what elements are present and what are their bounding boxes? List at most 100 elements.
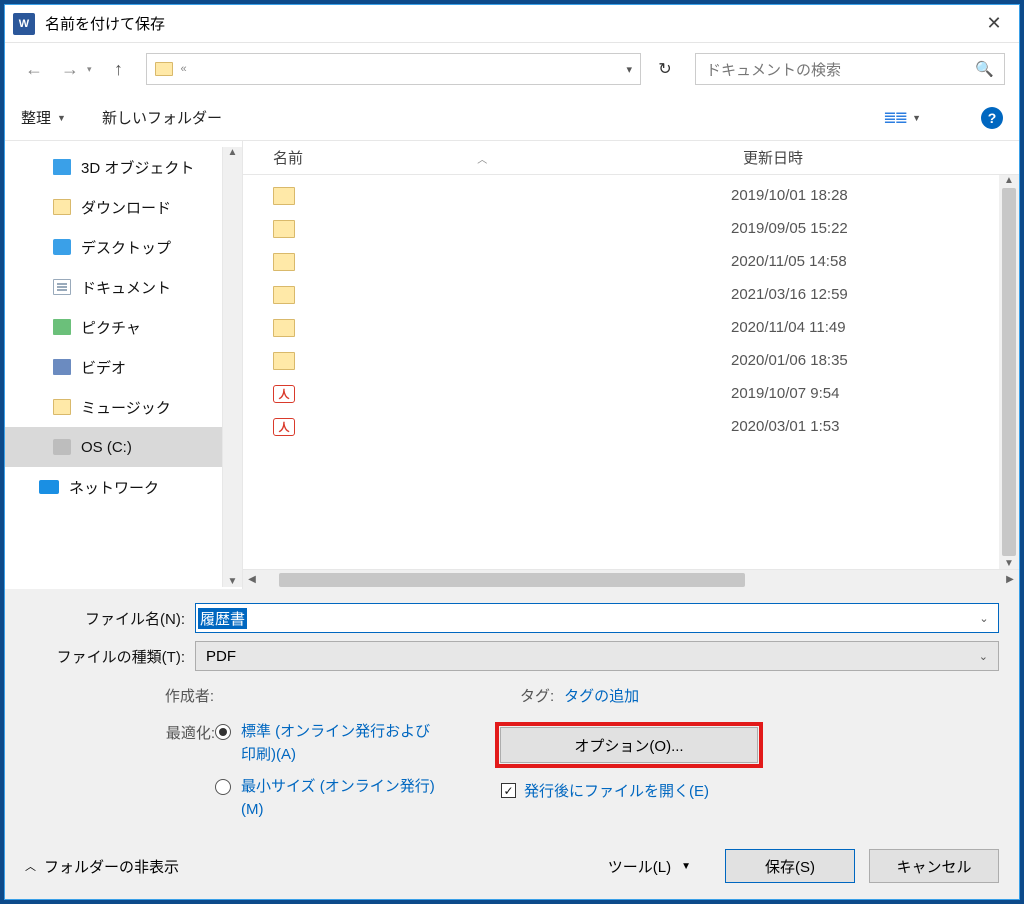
word-app-icon: W xyxy=(13,13,35,35)
search-input[interactable]: ドキュメントの検索 🔍 xyxy=(695,53,1005,85)
save-as-dialog: W 名前を付けて保存 ✕ ← → ▾ ↑ « ▾ ↻ ドキュメントの検索 🔍 整… xyxy=(4,4,1020,900)
dialog-footer: ︿ フォルダーの非表示 ツール(L) ▼ 保存(S) キャンセル xyxy=(5,839,1019,899)
file-row[interactable]: 2020/11/04 11:49 xyxy=(243,311,999,344)
tree-item[interactable]: ピクチャ xyxy=(5,307,222,347)
history-dropdown[interactable]: ▾ xyxy=(87,64,92,75)
tag-label: タグ: xyxy=(520,685,554,706)
address-dropdown-icon[interactable]: ▾ xyxy=(626,63,632,76)
blue-icon xyxy=(53,239,71,255)
scrollbar-thumb[interactable] xyxy=(1002,188,1016,556)
tree-item[interactable]: ダウンロード xyxy=(5,187,222,227)
tree-item[interactable]: ビデオ xyxy=(5,347,222,387)
scroll-down-icon[interactable]: ▼ xyxy=(1004,558,1014,569)
refresh-button[interactable]: ↻ xyxy=(647,53,683,85)
new-folder-button[interactable]: 新しいフォルダー xyxy=(102,107,222,128)
file-row[interactable]: 人2020/03/01 1:53 xyxy=(243,410,999,443)
col-date-header[interactable]: 更新日時 xyxy=(743,147,803,168)
pdf-icon: 人 xyxy=(273,385,295,403)
filename-dropdown-icon[interactable]: ⌄ xyxy=(972,612,996,625)
search-placeholder: ドキュメントの検索 xyxy=(706,59,975,80)
tree-scrollbar[interactable]: ▲ ▼ xyxy=(222,147,242,587)
checkbox-icon: ✓ xyxy=(501,783,516,798)
radio-minimum[interactable]: 最小サイズ (オンライン発行)(M) xyxy=(215,776,495,821)
up-button[interactable]: ↑ xyxy=(104,54,134,84)
folder-tree: 3D オブジェクトダウンロードデスクトップドキュメントピクチャビデオミュージック… xyxy=(5,141,243,589)
drive-icon xyxy=(53,439,71,455)
tree-item[interactable]: ネットワーク xyxy=(5,467,222,507)
file-list: 2019/10/01 18:282019/09/05 15:222020/11/… xyxy=(243,175,999,569)
radio-standard[interactable]: 標準 (オンライン発行および印刷)(A) xyxy=(215,721,495,766)
file-row[interactable]: 2021/03/16 12:59 xyxy=(243,278,999,311)
hide-folders-toggle[interactable]: ︿ フォルダーの非表示 xyxy=(25,856,179,877)
chevron-up-icon: ︿ xyxy=(25,858,36,874)
tree-item[interactable]: デスクトップ xyxy=(5,227,222,267)
back-button[interactable]: ← xyxy=(19,54,49,84)
file-row[interactable]: 2019/10/01 18:28 xyxy=(243,179,999,212)
main-area: 3D オブジェクトダウンロードデスクトップドキュメントピクチャビデオミュージック… xyxy=(5,141,1019,589)
scroll-up-icon[interactable]: ▲ xyxy=(228,147,238,158)
3d-icon xyxy=(53,159,71,175)
author-label: 作成者: xyxy=(25,685,220,706)
folder-icon xyxy=(273,220,295,238)
titlebar: W 名前を付けて保存 ✕ xyxy=(5,5,1019,43)
file-date: 2021/03/16 12:59 xyxy=(731,286,848,303)
tree-item[interactable]: ミュージック xyxy=(5,387,222,427)
help-button[interactable]: ? xyxy=(981,107,1003,129)
tree-item-label: ビデオ xyxy=(81,357,126,378)
file-area: 名前 ︿ 更新日時 2019/10/01 18:282019/09/05 15:… xyxy=(243,141,1019,589)
file-row[interactable]: 2020/11/05 14:58 xyxy=(243,245,999,278)
save-button[interactable]: 保存(S) xyxy=(725,849,855,883)
tree-item[interactable]: OS (C:) xyxy=(5,427,222,467)
scroll-up-icon[interactable]: ▲ xyxy=(1004,175,1014,186)
file-hscrollbar[interactable]: ◀ ▶ xyxy=(243,569,1019,589)
sort-indicator-icon: ︿ xyxy=(477,155,487,166)
tree-item-label: OS (C:) xyxy=(81,439,132,456)
tree-item[interactable]: 3D オブジェクト xyxy=(5,147,222,187)
chevron-down-icon: ▼ xyxy=(57,113,66,123)
file-vscrollbar[interactable]: ▲ ▼ xyxy=(999,175,1019,569)
filename-label: ファイル名(N): xyxy=(25,608,195,629)
cancel-button[interactable]: キャンセル xyxy=(869,849,999,883)
close-button[interactable]: ✕ xyxy=(969,5,1019,42)
folder-icon xyxy=(53,399,71,415)
view-options-button[interactable]: ≣≣ ▼ xyxy=(883,108,921,128)
tools-menu[interactable]: ツール(L) ▼ xyxy=(608,856,691,877)
breadcrumb-chevron: « xyxy=(181,63,187,75)
radio-icon xyxy=(215,779,231,795)
vid-icon xyxy=(53,359,71,375)
scroll-left-icon[interactable]: ◀ xyxy=(243,574,261,585)
col-name-header[interactable]: 名前 ︿ xyxy=(273,147,713,168)
chevron-down-icon: ▼ xyxy=(681,861,691,872)
doc-icon xyxy=(53,279,71,295)
filetype-select[interactable]: PDF ⌄ xyxy=(195,641,999,671)
file-row[interactable]: 2020/01/06 18:35 xyxy=(243,344,999,377)
optimize-label: 最適化: xyxy=(145,722,215,743)
file-row[interactable]: 人 2019/10/07 9:54 xyxy=(243,377,999,410)
pic-icon xyxy=(53,319,71,335)
tree-item-label: ダウンロード xyxy=(81,197,171,218)
add-tag-link[interactable]: タグの追加 xyxy=(564,685,639,706)
chevron-down-icon: ▼ xyxy=(912,113,921,123)
address-bar[interactable]: « ▾ xyxy=(146,53,641,85)
folder-icon xyxy=(53,199,71,215)
toolbar: 整理 ▼ 新しいフォルダー ≣≣ ▼ ? xyxy=(5,95,1019,141)
pdf-icon: 人 xyxy=(273,418,295,436)
optimize-area: 最適化: 標準 (オンライン発行および印刷)(A) 最小サイズ (オンライン発行… xyxy=(25,716,999,831)
window-title: 名前を付けて保存 xyxy=(45,13,969,34)
tree-item-label: ドキュメント xyxy=(81,277,171,298)
chevron-down-icon: ⌄ xyxy=(979,650,988,663)
filename-input[interactable]: 履歴書 ⌄ xyxy=(195,603,999,633)
organize-menu[interactable]: 整理 ▼ xyxy=(21,107,66,128)
open-after-checkbox[interactable]: ✓ 発行後にファイルを開く(E) xyxy=(501,780,999,801)
forward-button[interactable]: → xyxy=(55,54,85,84)
scroll-down-icon[interactable]: ▼ xyxy=(228,576,238,587)
scrollbar-thumb[interactable] xyxy=(279,573,745,587)
options-button[interactable]: オプション(O)... xyxy=(500,727,758,763)
filename-value: 履歴書 xyxy=(198,608,247,629)
tree-item[interactable]: ドキュメント xyxy=(5,267,222,307)
tree-item-label: ミュージック xyxy=(81,397,171,418)
file-date: 2019/10/07 9:54 xyxy=(731,385,839,402)
scroll-right-icon[interactable]: ▶ xyxy=(1001,574,1019,585)
file-row[interactable]: 2019/09/05 15:22 xyxy=(243,212,999,245)
radio-icon xyxy=(215,724,231,740)
